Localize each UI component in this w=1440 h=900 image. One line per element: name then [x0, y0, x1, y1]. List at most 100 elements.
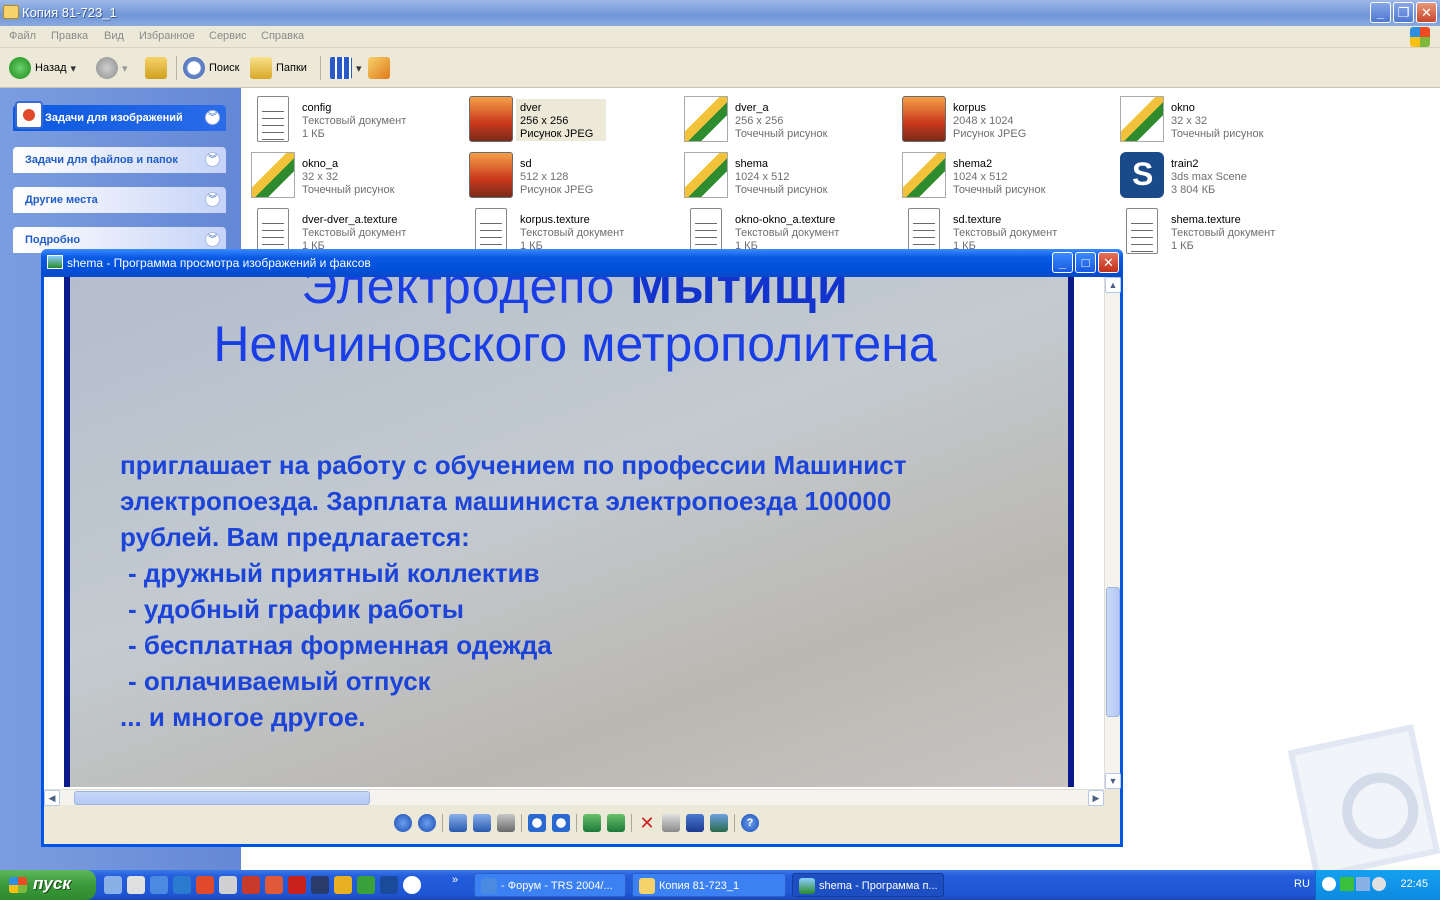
- close-button[interactable]: ✕: [1416, 2, 1437, 23]
- quick-launch-icon[interactable]: [334, 876, 352, 894]
- extra-toolbar-button[interactable]: [368, 56, 390, 80]
- quick-launch-icon[interactable]: [127, 876, 145, 894]
- scroll-up-icon[interactable]: ▲: [1105, 277, 1121, 293]
- quick-launch-icon[interactable]: [104, 876, 122, 894]
- help-icon[interactable]: ?: [741, 814, 759, 832]
- panel-image-tasks[interactable]: Задачи для изображений ︾: [13, 101, 226, 131]
- start-button[interactable]: пуск: [0, 870, 96, 900]
- forward-dropdown-icon[interactable]: ▾: [122, 62, 128, 75]
- zoom-out-icon[interactable]: [552, 814, 570, 832]
- forward-arrow-icon: [96, 57, 118, 79]
- back-button[interactable]: Назад ▾: [9, 56, 76, 80]
- task-button-forum[interactable]: - Форум - TRS 2004/...: [474, 873, 626, 897]
- menu-edit[interactable]: Правка: [51, 30, 88, 42]
- horizontal-scrollbar[interactable]: ◀ ▶: [44, 789, 1104, 806]
- file-type: Текстовый документ: [302, 115, 407, 127]
- forward-button[interactable]: ▾: [96, 56, 128, 80]
- quick-launch-icon[interactable]: [219, 876, 237, 894]
- file-item[interactable]: sd 512 x 128 Рисунок JPEG: [463, 148, 678, 200]
- task-button-viewer[interactable]: shema - Программа п...: [792, 873, 944, 897]
- folders-button[interactable]: Папки: [250, 56, 307, 80]
- vertical-scroll-thumb[interactable]: [1106, 587, 1120, 717]
- quick-launch-icon[interactable]: [196, 876, 214, 894]
- menu-favorites[interactable]: Избранное: [139, 30, 195, 42]
- explorer-title-bar[interactable]: Копия 81-723_1 _ ❐ ✕: [0, 0, 1440, 26]
- restore-button[interactable]: ❐: [1393, 2, 1414, 23]
- views-icon: [330, 57, 352, 79]
- file-item[interactable]: okno_a 32 x 32 Точечный рисунок: [245, 148, 460, 200]
- task-button-explorer[interactable]: Копия 81-723_1: [632, 873, 786, 897]
- menu-file[interactable]: Файл: [9, 30, 36, 42]
- zoom-in-icon[interactable]: [528, 814, 546, 832]
- up-folder-button[interactable]: [145, 56, 167, 80]
- delete-icon[interactable]: ✕: [638, 814, 656, 832]
- bitmap-file-icon: [251, 152, 295, 198]
- back-dropdown-icon[interactable]: ▾: [71, 62, 77, 75]
- scroll-down-icon[interactable]: ▼: [1105, 773, 1121, 789]
- quick-launch-icon[interactable]: [242, 876, 260, 894]
- scroll-left-icon[interactable]: ◀: [44, 790, 60, 806]
- file-item[interactable]: korpus 2048 x 1024 Рисунок JPEG: [896, 92, 1111, 144]
- horizontal-scroll-thumb[interactable]: [74, 791, 370, 805]
- viewer-maximize-button[interactable]: □: [1075, 252, 1096, 273]
- file-item[interactable]: shema2 1024 x 512 Точечный рисунок: [896, 148, 1111, 200]
- file-dimensions: 512 x 128: [520, 171, 569, 183]
- image-canvas[interactable]: Электродепо Мытищи Немчиновского метропо…: [44, 277, 1104, 789]
- tray-expand-icon[interactable]: [1322, 877, 1336, 891]
- quick-launch-icon[interactable]: [265, 876, 283, 894]
- quick-launch-icon[interactable]: [357, 876, 375, 894]
- 3dsmax-icon[interactable]: [403, 876, 421, 894]
- chevron-down-icon[interactable]: ︾: [205, 192, 220, 207]
- rotate-counterclockwise-icon[interactable]: [607, 814, 625, 832]
- text-file-icon: [475, 208, 507, 254]
- menu-help[interactable]: Справка: [261, 30, 304, 42]
- menu-view[interactable]: Вид: [104, 30, 124, 42]
- chevron-down-icon[interactable]: ︾: [205, 152, 220, 167]
- search-button[interactable]: Поиск: [183, 56, 239, 80]
- panel-file-tasks[interactable]: Задачи для файлов и папок ︾: [13, 147, 226, 173]
- viewer-close-button[interactable]: ✕: [1098, 252, 1119, 273]
- chevron-down-icon[interactable]: ︾: [205, 232, 220, 247]
- rotate-clockwise-icon[interactable]: [583, 814, 601, 832]
- photoshop-icon[interactable]: [380, 876, 398, 894]
- file-item[interactable]: train2 3ds max Scene 3 804 КБ: [1114, 148, 1329, 200]
- actual-size-icon[interactable]: [473, 814, 491, 832]
- quick-launch-more-icon[interactable]: »: [452, 874, 458, 886]
- network-icon[interactable]: [1340, 877, 1354, 891]
- viewer-minimize-button[interactable]: _: [1052, 252, 1073, 273]
- file-item[interactable]: okno 32 x 32 Точечный рисунок: [1114, 92, 1329, 144]
- file-type: Текстовый документ: [520, 227, 625, 239]
- save-icon[interactable]: [686, 814, 704, 832]
- panel-other-places[interactable]: Другие места ︾: [13, 187, 226, 213]
- file-item[interactable]: config Текстовый документ 1 КБ: [245, 92, 460, 144]
- file-item[interactable]: dver 256 x 256 Рисунок JPEG: [463, 92, 678, 144]
- previous-image-icon[interactable]: [394, 814, 412, 832]
- display-icon[interactable]: [1356, 877, 1370, 891]
- menu-tools[interactable]: Сервис: [209, 30, 247, 42]
- file-item[interactable]: shema.texture Текстовый документ 1 КБ: [1114, 204, 1329, 256]
- file-name: korpus: [953, 102, 987, 114]
- minimize-button[interactable]: _: [1370, 2, 1391, 23]
- viewer-title-bar[interactable]: shema - Программа просмотра изображений …: [41, 249, 1123, 277]
- quick-launch-icon[interactable]: [173, 876, 191, 894]
- chevron-down-icon[interactable]: ︾: [205, 110, 220, 125]
- quick-launch-icon[interactable]: [311, 876, 329, 894]
- language-indicator[interactable]: RU: [1294, 878, 1310, 890]
- search-icon[interactable]: [1372, 877, 1386, 891]
- next-image-icon[interactable]: [418, 814, 436, 832]
- acrobat-icon[interactable]: [288, 876, 306, 894]
- file-type: Точечный рисунок: [735, 128, 828, 140]
- slideshow-icon[interactable]: [497, 814, 515, 832]
- vertical-scrollbar[interactable]: ▲ ▼: [1104, 277, 1121, 789]
- views-dropdown-icon[interactable]: ▾: [356, 62, 362, 75]
- internet-explorer-icon[interactable]: [150, 876, 168, 894]
- best-fit-icon[interactable]: [449, 814, 467, 832]
- file-item[interactable]: shema 1024 x 512 Точечный рисунок: [678, 148, 893, 200]
- viewer-title: shema - Программа просмотра изображений …: [67, 256, 371, 270]
- file-item[interactable]: dver_a 256 x 256 Точечный рисунок: [678, 92, 893, 144]
- views-button[interactable]: ▾: [330, 56, 362, 80]
- scroll-right-icon[interactable]: ▶: [1088, 790, 1104, 806]
- edit-image-icon[interactable]: [710, 814, 728, 832]
- back-label: Назад: [35, 62, 67, 74]
- print-icon[interactable]: [662, 814, 680, 832]
